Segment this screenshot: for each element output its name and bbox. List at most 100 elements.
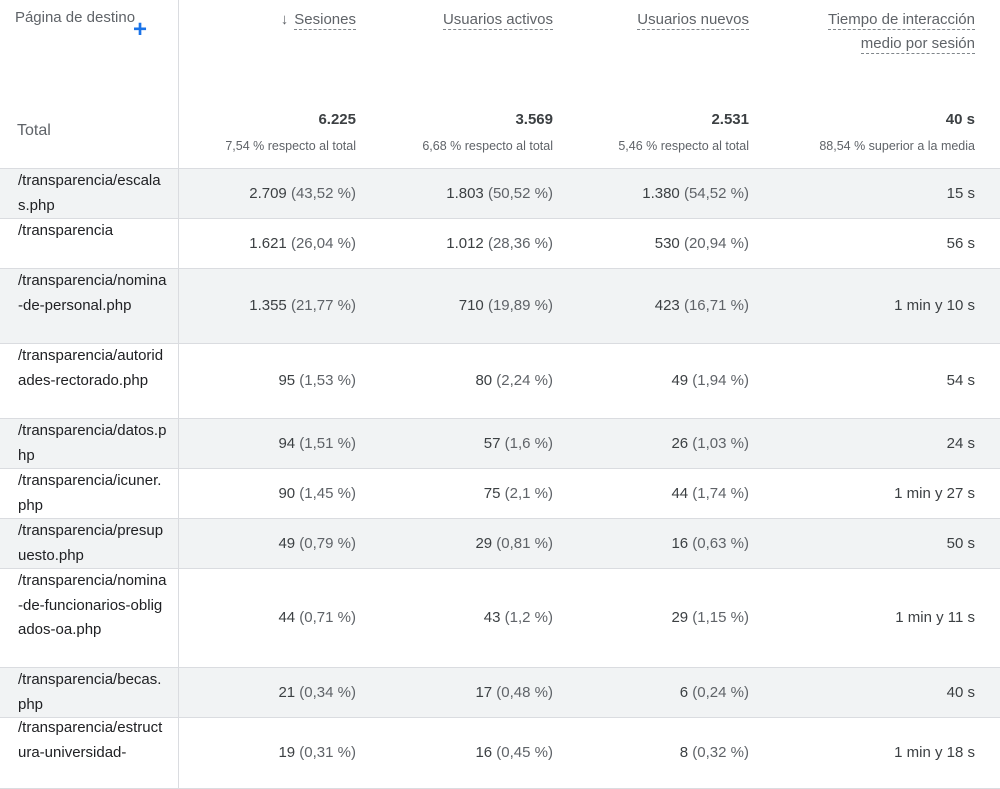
sessions-cell: 1.621 (26,04 %) <box>249 235 356 252</box>
active-users-cell: 710 (19,89 %) <box>459 297 553 314</box>
total-engagement-time-sub: 88,54 % superior a la media <box>819 139 975 153</box>
page-path[interactable]: /transparencia/datos.php <box>18 419 168 468</box>
engagement-time-cell: 1 min y 27 s <box>894 485 975 502</box>
sessions-value: 95 <box>278 372 296 389</box>
total-label: Total <box>17 122 51 139</box>
table-row[interactable]: /transparencia/nomina-de-funcionarios-ob… <box>0 569 1000 668</box>
page-path[interactable]: /transparencia/autoridades-rectorado.php <box>18 344 168 393</box>
page-path[interactable]: /transparencia/nomina-de-funcionarios-ob… <box>18 569 168 643</box>
active-users-cell: 17 (0,48 %) <box>475 684 553 701</box>
active-users-cell: 57 (1,6 %) <box>484 435 553 452</box>
column-divider <box>178 219 179 268</box>
column-divider <box>178 519 179 568</box>
new-users-percent: (0,32 %) <box>692 744 749 761</box>
header-sessions[interactable]: ↓ Sesiones <box>281 8 356 32</box>
active-users-value: 16 <box>475 744 493 761</box>
sessions-cell: 1.355 (21,77 %) <box>249 297 356 314</box>
new-users-cell: 29 (1,15 %) <box>671 609 749 626</box>
active-users-percent: (0,48 %) <box>496 684 553 701</box>
total-active-users-sub: 6,68 % respecto al total <box>422 139 553 153</box>
page-path[interactable]: /transparencia/icuner.php <box>18 469 168 518</box>
sessions-percent: (0,71 %) <box>299 609 356 626</box>
page-path[interactable]: /transparencia/presupuesto.php <box>18 519 168 568</box>
new-users-percent: (1,94 %) <box>692 372 749 389</box>
sessions-percent: (0,79 %) <box>299 535 356 552</box>
sessions-cell: 21 (0,34 %) <box>278 684 356 701</box>
total-new-users-sub: 5,46 % respecto al total <box>618 139 749 153</box>
page-path[interactable]: /transparencia <box>18 219 168 244</box>
engagement-time-cell: 40 s <box>946 684 975 701</box>
sessions-value: 19 <box>278 744 296 761</box>
sessions-cell: 94 (1,51 %) <box>278 435 356 452</box>
table-row[interactable]: /transparencia/estructura-universidad- 19… <box>0 718 1000 789</box>
table-row[interactable]: /transparencia/autoridades-rectorado.php… <box>0 344 1000 419</box>
new-users-value: 29 <box>671 609 689 626</box>
engagement-time-cell: 54 s <box>946 372 975 389</box>
table-row[interactable]: /transparencia 1.621 (26,04 %) 1.012 (28,3… <box>0 219 1000 269</box>
active-users-cell: 80 (2,24 %) <box>475 372 553 389</box>
table-row[interactable]: /transparencia/becas.php 21 (0,34 %) 17 (0… <box>0 668 1000 718</box>
new-users-percent: (1,03 %) <box>692 435 749 452</box>
table-row[interactable]: /transparencia/nomina-de-personal.php 1.3… <box>0 269 1000 344</box>
add-dimension-icon[interactable]: + <box>133 18 147 42</box>
page-path[interactable]: /transparencia/escalas.php <box>18 169 168 218</box>
sessions-percent: (1,51 %) <box>299 435 356 452</box>
sessions-cell: 49 (0,79 %) <box>278 535 356 552</box>
header-active-users[interactable]: Usuarios activos <box>442 8 553 32</box>
active-users-percent: (19,89 %) <box>487 297 553 314</box>
table-row[interactable]: /transparencia/datos.php 94 (1,51 %) 57 (1… <box>0 419 1000 469</box>
active-users-cell: 75 (2,1 %) <box>484 485 553 502</box>
sessions-cell: 44 (0,71 %) <box>278 609 356 626</box>
table-row[interactable]: /transparencia/icuner.php 90 (1,45 %) 75 (… <box>0 469 1000 519</box>
column-divider <box>178 269 179 343</box>
new-users-cell: 26 (1,03 %) <box>671 435 749 452</box>
active-users-value: 80 <box>475 372 493 389</box>
sort-arrow-down-icon: ↓ <box>280 11 289 28</box>
page-path[interactable]: /transparencia/becas.php <box>18 668 168 717</box>
sessions-percent: (0,31 %) <box>299 744 356 761</box>
column-divider <box>178 419 179 468</box>
page-path[interactable]: /transparencia/estructura-universidad- <box>18 716 168 765</box>
sessions-value: 94 <box>278 435 296 452</box>
engagement-time-cell: 1 min y 11 s <box>895 609 975 626</box>
active-users-cell: 43 (1,2 %) <box>484 609 553 626</box>
new-users-value: 16 <box>671 535 689 552</box>
total-new-users: 2.531 <box>711 111 749 128</box>
dimension-header[interactable]: Página de destino <box>0 6 150 30</box>
active-users-percent: (50,52 %) <box>487 185 553 202</box>
engagement-time-cell: 50 s <box>946 535 975 552</box>
column-divider <box>178 668 179 717</box>
column-divider <box>178 469 179 518</box>
active-users-cell: 1.803 (50,52 %) <box>446 185 553 202</box>
header-engagement-time-line1: Tiempo de interacción <box>827 11 975 30</box>
active-users-value: 1.012 <box>446 235 484 252</box>
sessions-percent: (26,04 %) <box>290 235 356 252</box>
sessions-value: 90 <box>278 485 296 502</box>
header-engagement-time[interactable]: Tiempo de interacción medio por sesión <box>827 8 975 56</box>
sessions-percent: (21,77 %) <box>290 297 356 314</box>
table-row[interactable]: /transparencia/escalas.php 2.709 (43,52 %… <box>0 169 1000 219</box>
new-users-percent: (1,74 %) <box>692 485 749 502</box>
new-users-cell: 1.380 (54,52 %) <box>642 185 749 202</box>
active-users-percent: (0,81 %) <box>496 535 553 552</box>
sessions-value: 49 <box>278 535 296 552</box>
new-users-percent: (0,24 %) <box>692 684 749 701</box>
new-users-value: 1.380 <box>642 185 680 202</box>
new-users-cell: 8 (0,32 %) <box>680 744 749 761</box>
new-users-value: 44 <box>671 485 689 502</box>
active-users-value: 29 <box>475 535 493 552</box>
header-new-users[interactable]: Usuarios nuevos <box>637 8 749 32</box>
header-active-users-label: Usuarios activos <box>442 11 553 30</box>
header-sessions-label: Sesiones <box>294 11 356 30</box>
table-header: Página de destino + ↓ Sesiones Usuarios a… <box>0 0 1000 169</box>
new-users-percent: (16,71 %) <box>683 297 749 314</box>
new-users-cell: 6 (0,24 %) <box>680 684 749 701</box>
new-users-value: 423 <box>654 297 680 314</box>
active-users-percent: (1,2 %) <box>504 609 553 626</box>
page-path[interactable]: /transparencia/nomina-de-personal.php <box>18 269 168 318</box>
report-table: Página de destino + ↓ Sesiones Usuarios a… <box>0 0 1000 789</box>
column-divider <box>178 169 179 218</box>
table-row[interactable]: /transparencia/presupuesto.php 49 (0,79 %… <box>0 519 1000 569</box>
column-divider <box>178 718 179 788</box>
sessions-percent: (1,45 %) <box>299 485 356 502</box>
